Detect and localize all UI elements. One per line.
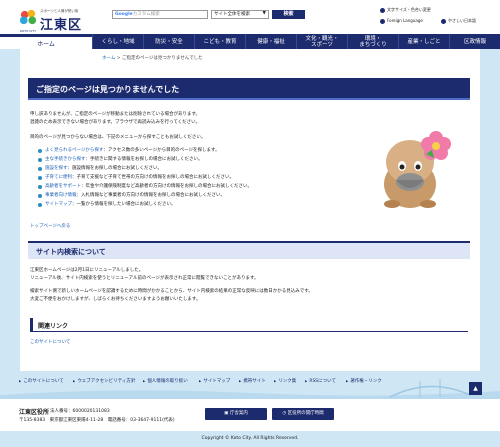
body-text: 大変ご不便をおかけしますが、しばらくお待ちくださいますようお願いいたします。 [30, 297, 201, 302]
list-link[interactable]: 子育てに便利 [45, 175, 72, 180]
easy-japanese-icon [441, 18, 446, 24]
mascot-illustration [384, 131, 451, 208]
body-text: 申し訳ありませんが、ご指定のページが移動または削除されている場合があります。 [30, 112, 201, 117]
footer-link[interactable]: リンク集 [274, 378, 296, 384]
search-scope-select[interactable]: サイト全体を検索 ▼ [211, 10, 269, 19]
related-links-heading: 関連リンク [30, 318, 468, 332]
footer-link[interactable]: 携帯サイト [239, 378, 266, 384]
list-link[interactable]: よく見られるページから探す [45, 148, 103, 153]
bridge-illustration [0, 379, 500, 399]
list-item: 子育てに便利：子育て支援など子育て世帯の方向けの情報をお探しの場合にお試しくださ… [38, 173, 252, 182]
koto-logo-mark [19, 9, 37, 25]
footer-link[interactable]: 著作権・リンク [346, 378, 382, 384]
footer-link[interactable]: ウェブアクセシビリティ方針 [73, 378, 135, 384]
list-desc: ：アクセス数の多いページから目的のページを探します。 [103, 148, 220, 153]
font-size-color-link[interactable]: 文字サイズ・色合い変更 [380, 7, 431, 13]
menu-list: よく見られるページから探す：アクセス数の多いページから目的のページを探します。 … [38, 146, 252, 209]
nav-item-kids[interactable]: こども・教育 [194, 34, 245, 49]
footer-link[interactable]: RSSについて [305, 378, 336, 384]
footer-link[interactable]: サイトマップ [199, 378, 230, 384]
footer-link[interactable]: 個人情報の取り扱い [143, 378, 188, 384]
google-mark: Google [115, 12, 133, 17]
side-gutter-right [480, 49, 500, 371]
nav-item-government[interactable]: 区政情報 [449, 34, 500, 49]
list-desc: ：子育て支援など子育て世帯の方向けの情報をお探しの場合にお試しください。 [72, 175, 234, 180]
chevron-down-icon: ▼ [262, 11, 266, 16]
scope-value: サイト全体を検索 [214, 12, 250, 17]
search-button[interactable]: 検索 [272, 10, 305, 19]
breadcrumb: ホーム > ご指定のページは見つかりませんでした [102, 55, 203, 61]
list-item: 主な手続きから探す：手続きに関する情報をお探しの場合にお試しください。 [38, 155, 252, 164]
search-input[interactable]: Googleカスタム検索 [112, 10, 208, 19]
nav-item-industry[interactable]: 産業・しごと [398, 34, 449, 49]
accessibility-icon [380, 7, 385, 13]
body-text: リニューアル後、サイト内検索を使うとリニューアル前のページが表示され正常に閲覧で… [30, 276, 259, 281]
body-text: 目的のページが見つからない場合は、下記のメニューから探すこともお試しください。 [30, 135, 206, 140]
button-label: 庁舎案内 [229, 411, 248, 416]
easy-japanese-link[interactable]: やさしい日本語 [441, 18, 476, 24]
logo-sub: KOTO CITY [20, 29, 36, 33]
util-label: 文字サイズ・色合い変更 [387, 7, 431, 12]
list-desc: ：施設情報をお探しの場合にお試しください。 [67, 166, 163, 171]
address-text: 〒135-8383 東京都江東区東陽4-11-28 [19, 418, 104, 423]
page-title: ご指定のページは見つかりませんでした [28, 78, 470, 100]
scroll-top-button[interactable]: ▲ [469, 382, 482, 395]
office-hours-button[interactable]: ◷ 区役所の開庁時間 [272, 408, 334, 420]
nav-item-health[interactable]: 健康・福祉 [245, 34, 296, 49]
list-link[interactable]: 主な手続きから探す [45, 157, 86, 162]
arrow-up-icon: ▲ [473, 385, 478, 392]
button-label: 区役所の開庁時間 [287, 411, 324, 416]
list-item: サイトマップ：一覧から情報を探したい場合にお試しください。 [38, 200, 252, 209]
list-desc: ：一覧から情報を探したい場合にお試しください。 [72, 202, 176, 207]
nav-item-culture[interactable]: 文化・観光・ スポーツ [296, 34, 347, 49]
body-text: 混雑のため表示できない場合があります。ブラウザで再読み込みを行ってください。 [30, 120, 201, 125]
list-link[interactable]: 高齢者をサポート [45, 184, 81, 189]
list-link[interactable]: 施設を探す [45, 166, 68, 171]
global-nav: ホーム くらし・地域 防災・安全 こども・教育 健康・福祉 文化・観光・ スポー… [0, 34, 500, 49]
list-item: 施設を探す：施設情報をお探しの場合にお試しください。 [38, 164, 252, 173]
list-item: 事業者向け情報：入札情報など事業者の方向けの情報をお探しの場合にお試しください。 [38, 191, 252, 200]
list-desc: ：入札情報など事業者の方向けの情報をお探しの場合にお試しください。 [76, 193, 226, 198]
section-heading: サイト内検索について [28, 241, 470, 259]
footer-office-name: 江東区役所 [19, 409, 50, 416]
nav-item-safety[interactable]: 防災・安全 [143, 34, 194, 49]
office-guide-button[interactable]: ▣ 庁舎案内 [205, 408, 267, 420]
list-desc: ：年金や介護保険制度など高齢者の方向けの情報をお探しの場合にお試しください。 [81, 184, 252, 189]
copyright: Copyright © Koto City. All Rights Reserv… [0, 431, 500, 447]
related-link[interactable]: このサイトについて [30, 339, 70, 345]
footer-corp-number: 法人番号：6000020131083 [50, 409, 110, 414]
foreign-language-link[interactable]: Foreign Language [380, 18, 423, 24]
nav-item-environment[interactable]: 環境・ まちづくり [347, 34, 398, 49]
site-logo[interactable]: スポーツと人情が熱い街 江東区 KOTO CITY [19, 6, 81, 34]
footer-link[interactable]: このサイトについて [19, 378, 63, 384]
list-item: よく見られるページから探す：アクセス数の多いページから目的のページを探します。 [38, 146, 252, 155]
nav-item-living[interactable]: くらし・地域 [92, 34, 143, 49]
side-gutter-left [0, 49, 20, 371]
list-desc: ：手続きに関する情報をお探しの場合にお試しください。 [85, 157, 203, 162]
breadcrumb-home[interactable]: ホーム [102, 56, 115, 61]
header: スポーツと人情が熱い街 江東区 KOTO CITY Googleカスタム検索 サ… [0, 0, 500, 34]
tel-text: 電話番号：03-3647-9111(代表) [107, 418, 175, 423]
footer-links: このサイトについて ウェブアクセシビリティ方針 個人情報の取り扱い サイトマップ… [0, 371, 500, 399]
logo-name: 江東区 [40, 18, 83, 33]
footer-address: 〒135-8383 東京都江東区東陽4-11-28 電話番号：03-3647-9… [19, 417, 175, 423]
body-text: 江東区ホームページは2月1日にリニューアルしました。 [30, 268, 144, 273]
list-link[interactable]: 事業者向け情報 [45, 193, 77, 198]
list-item: 高齢者をサポート：年金や介護保険制度など高齢者の方向けの情報をお探しの場合にお試… [38, 182, 252, 191]
search-placeholder: カスタム検索 [132, 12, 160, 17]
util-label: やさしい日本語 [448, 18, 476, 23]
list-link[interactable]: サイトマップ [45, 202, 72, 207]
globe-icon [380, 18, 385, 24]
util-label: Foreign Language [387, 18, 423, 23]
body-text: 検索サイト側で新しいホームページを認識するために時間がかかることから、サイト内検… [30, 289, 313, 294]
breadcrumb-current: ご指定のページは見つかりませんでした [122, 56, 203, 61]
back-to-top-link[interactable]: トップページへ戻る [30, 223, 70, 229]
nav-home[interactable]: ホーム [0, 34, 92, 49]
